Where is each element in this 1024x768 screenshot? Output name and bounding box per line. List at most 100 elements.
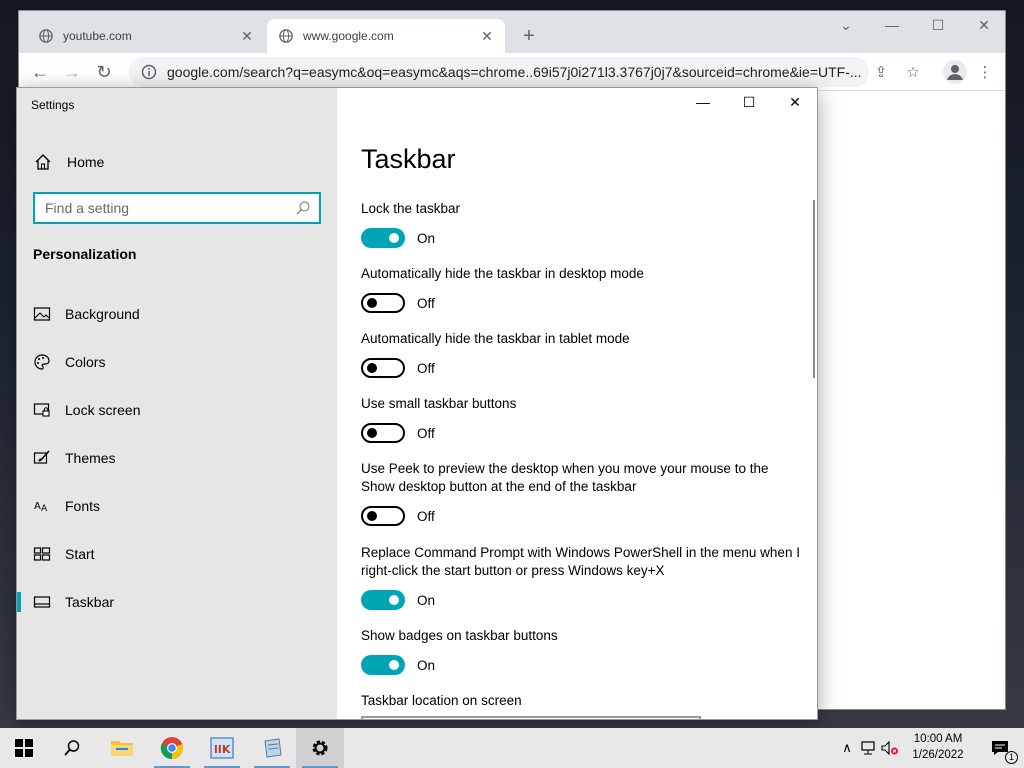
clock-date: 1/26/2022 (912, 749, 964, 761)
desktop-icons-partial (0, 140, 16, 260)
sidebar-item-home[interactable]: Home (17, 148, 337, 176)
back-arrow-icon[interactable]: ← (29, 61, 51, 83)
setting-label: Lock the taskbar (361, 201, 461, 216)
forward-arrow-icon[interactable]: → (61, 61, 83, 83)
search-button[interactable] (48, 728, 96, 768)
windows-logo-icon (15, 739, 33, 757)
sidebar-item-label: Taskbar (65, 594, 115, 610)
peek-toggle[interactable] (361, 506, 405, 526)
search-input[interactable] (35, 194, 295, 222)
settings-window: Settings Home Personalization Background… (16, 87, 818, 720)
reload-icon[interactable]: ↻ (93, 61, 115, 83)
svg-text:A: A (41, 504, 48, 514)
gear-icon (312, 740, 328, 756)
taskbar-icon (33, 596, 51, 608)
start-icon (33, 547, 51, 561)
close-window-icon[interactable]: ✕ (969, 17, 999, 34)
setting-powershell: Replace Command Prompt with Windows Powe… (361, 544, 801, 610)
setting-location: Taskbar location on screen (361, 692, 801, 710)
toggle-state: Off (417, 360, 435, 376)
notification-badge: 1 (1005, 751, 1018, 764)
home-icon (35, 154, 51, 170)
taskbar-location-dropdown[interactable] (361, 716, 701, 719)
sidebar-item-background[interactable]: Background (17, 294, 337, 334)
app-tile-icon: lIK (210, 737, 234, 759)
sidebar-item-themes[interactable]: Themes (17, 438, 337, 478)
share-icon[interactable]: ⇪ (871, 63, 891, 81)
windows-taskbar: lIK ∧ 10:00 AM 1/26/2022 1 (0, 728, 1024, 768)
setting-label: Taskbar location on screen (361, 693, 522, 708)
search-icon[interactable] (295, 200, 311, 216)
sidebar-item-label: Fonts (65, 498, 101, 514)
sidebar-item-lock-screen[interactable]: Lock screen (17, 390, 337, 430)
badges-toggle[interactable] (361, 655, 405, 675)
tab-title: youtube.com (63, 29, 132, 43)
address-bar[interactable]: google.com/search?q=easymc&oq=easymc&aqs… (129, 57, 869, 87)
close-tab-icon[interactable]: ✕ (235, 28, 259, 45)
bookmark-star-icon[interactable]: ☆ (903, 63, 923, 81)
file-explorer-button[interactable] (98, 728, 146, 768)
start-button[interactable] (0, 728, 48, 768)
profile-avatar-icon[interactable] (943, 60, 967, 84)
chrome-icon (160, 737, 184, 760)
tab-google[interactable]: www.google.com ✕ (267, 19, 505, 53)
autohide-tablet-toggle[interactable] (361, 358, 405, 378)
taskbar-clock[interactable]: 10:00 AM 1/26/2022 (898, 731, 978, 763)
toggle-state: On (417, 657, 436, 673)
notepad-button[interactable] (248, 728, 296, 768)
sidebar-item-label: Background (65, 306, 140, 322)
setting-label: Automatically hide the taskbar in tablet… (361, 331, 630, 346)
content-scrollbar[interactable] (813, 200, 815, 378)
fonts-icon: AA (34, 501, 48, 514)
app-title: Settings (31, 98, 75, 112)
maximize-icon[interactable]: ☐ (729, 94, 769, 114)
app-button[interactable]: lIK (198, 728, 246, 768)
sidebar-item-label: Lock screen (65, 402, 141, 418)
menu-dots-icon[interactable]: ⋮ (975, 63, 995, 81)
settings-content: — ☐ ✕ Taskbar Lock the taskbar On Automa… (337, 88, 817, 719)
sidebar-item-label: Colors (65, 354, 106, 370)
action-center-button[interactable]: 1 (976, 728, 1024, 768)
minimize-icon[interactable]: — (877, 17, 907, 33)
setting-label: Use small taskbar buttons (361, 396, 517, 411)
section-title: Personalization (33, 246, 137, 262)
chevron-up-icon[interactable]: ∧ (838, 740, 856, 756)
minimize-icon[interactable]: — (683, 94, 723, 114)
chrome-tab-strip: youtube.com ✕ www.google.com ✕ + ⌄ — ☐ ✕ (19, 11, 1005, 53)
lock-screen-icon (33, 403, 50, 417)
toggle-state: Off (417, 508, 435, 524)
powershell-toggle[interactable] (361, 590, 405, 610)
settings-sidebar: Settings Home Personalization Background… (17, 88, 337, 719)
folder-icon (111, 741, 133, 756)
toggle-state: On (417, 230, 436, 246)
setting-label: Replace Command Prompt with Windows Powe… (361, 545, 800, 578)
tab-search-icon[interactable]: ⌄ (831, 17, 861, 34)
sidebar-item-label: Home (67, 154, 105, 170)
toggle-state: Off (417, 425, 435, 441)
maximize-icon[interactable]: ☐ (923, 17, 953, 34)
tab-youtube[interactable]: youtube.com ✕ (27, 19, 265, 53)
tab-title: www.google.com (303, 29, 394, 43)
chrome-button[interactable] (148, 728, 196, 768)
lock-taskbar-toggle[interactable] (361, 228, 405, 248)
sidebar-item-fonts[interactable]: AA Fonts (17, 486, 337, 526)
close-icon[interactable]: ✕ (775, 94, 815, 114)
setting-badges: Show badges on taskbar buttons On (361, 627, 801, 675)
sidebar-item-taskbar[interactable]: Taskbar (17, 582, 337, 622)
setting-label: Automatically hide the taskbar in deskto… (361, 266, 644, 281)
setting-lock-taskbar: Lock the taskbar On (361, 200, 801, 248)
volume-muted-icon[interactable] (880, 740, 900, 756)
chrome-toolbar: ← → ↻ google.com/search?q=easymc&oq=easy… (19, 53, 1005, 91)
network-icon[interactable] (860, 740, 880, 756)
info-icon[interactable] (141, 64, 157, 80)
system-tray: ∧ (838, 728, 900, 768)
sidebar-item-colors[interactable]: Colors (17, 342, 337, 382)
page-title: Taskbar (361, 144, 456, 174)
small-buttons-toggle[interactable] (361, 423, 405, 443)
new-tab-button[interactable]: + (517, 25, 541, 48)
sidebar-item-start[interactable]: Start (17, 534, 337, 574)
settings-button[interactable] (296, 728, 344, 768)
close-tab-icon[interactable]: ✕ (475, 28, 499, 45)
find-setting-search[interactable] (33, 192, 321, 224)
autohide-desktop-toggle[interactable] (361, 293, 405, 313)
